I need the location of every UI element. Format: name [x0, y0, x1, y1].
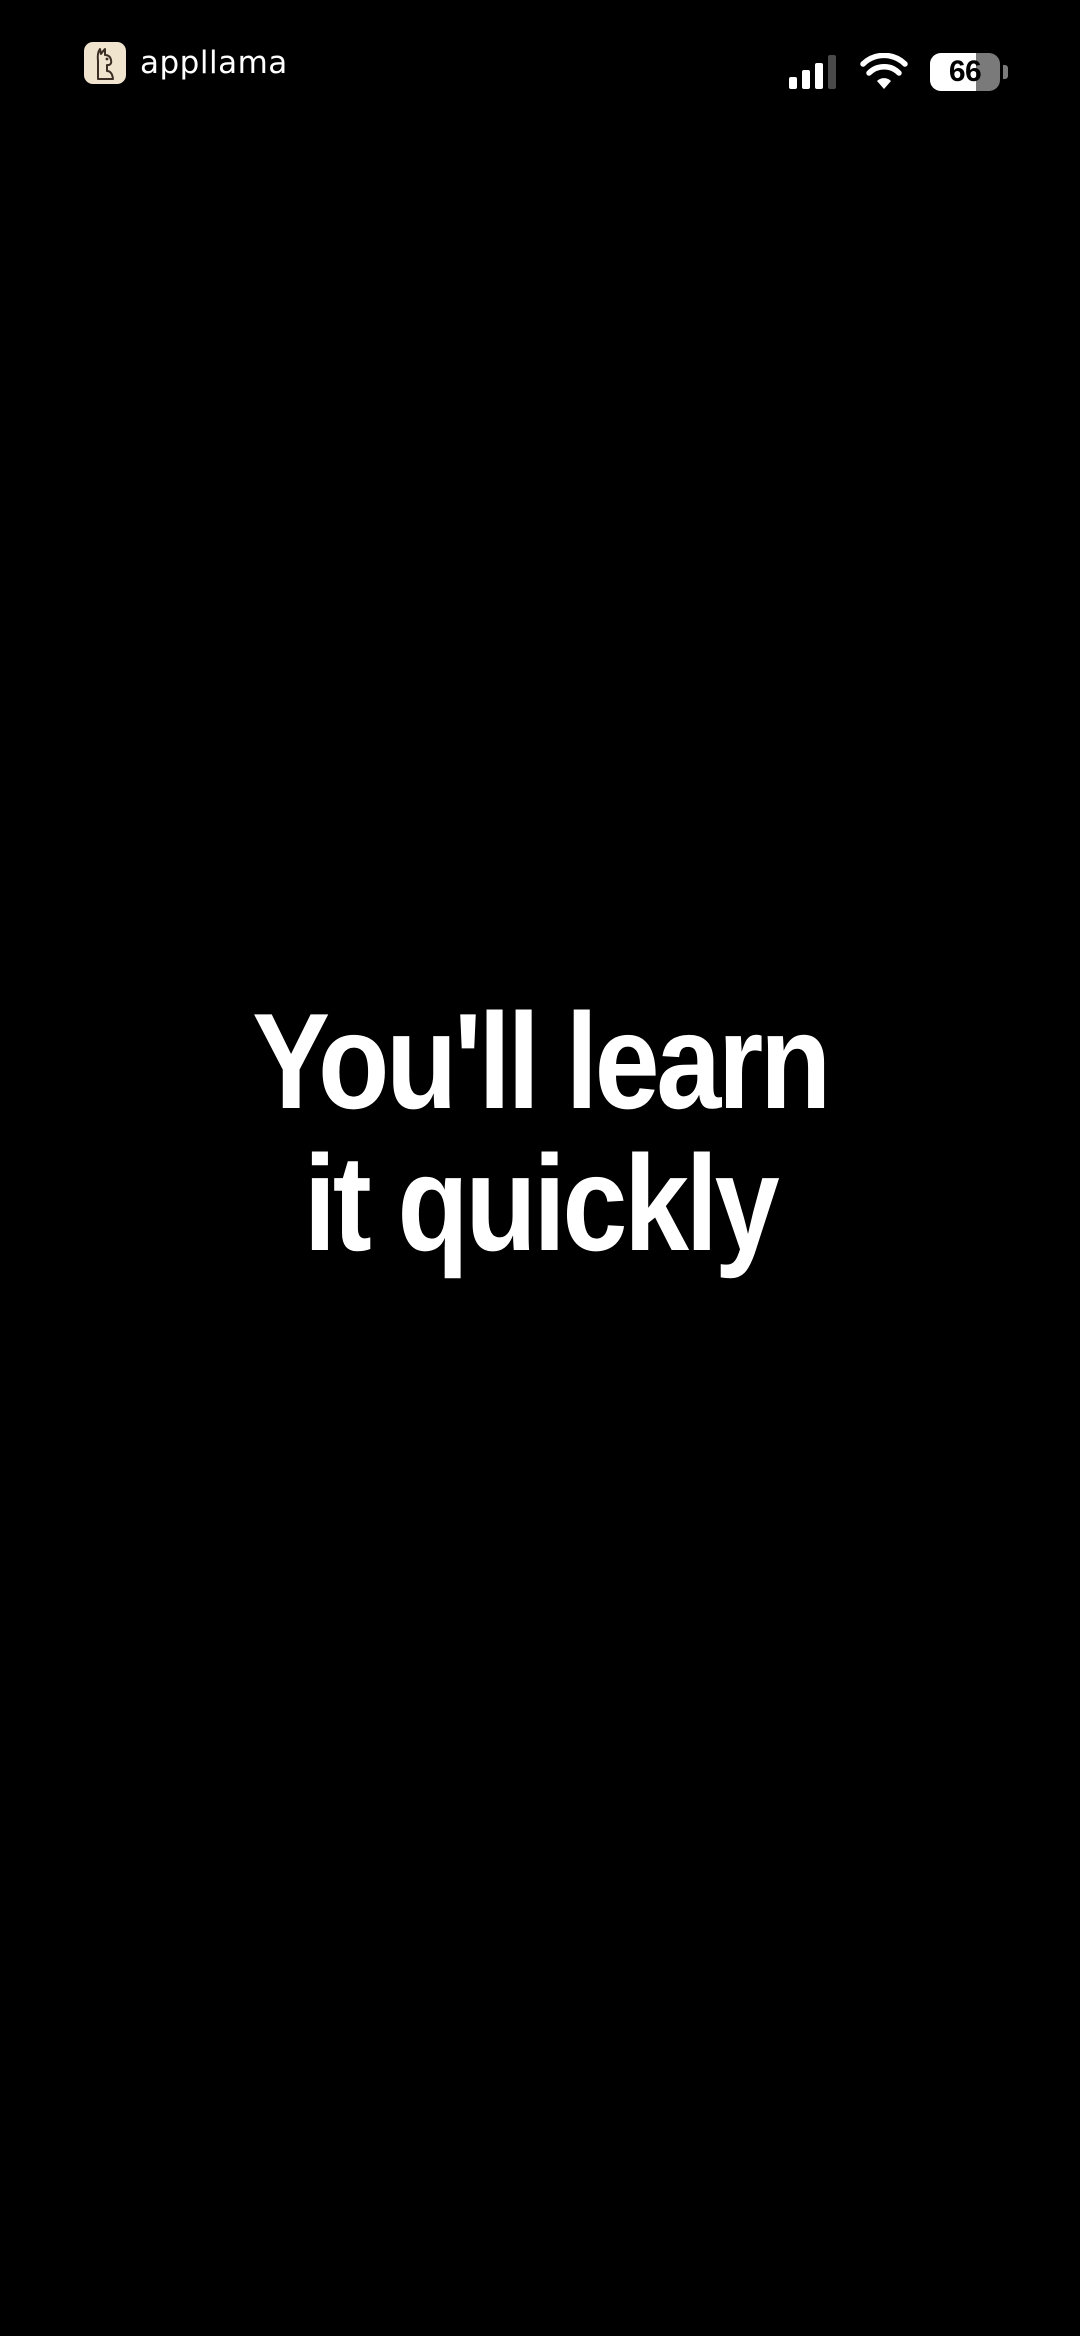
headline-line-2: it quickly: [303, 1127, 780, 1279]
wifi-icon: [860, 53, 908, 89]
battery-icon: 66: [930, 53, 1008, 91]
status-indicators: 66: [789, 50, 1008, 94]
brand: appllama: [84, 40, 288, 86]
battery-level: 66: [948, 55, 982, 88]
brand-name: appllama: [140, 44, 288, 81]
status-bar: appllama 66: [0, 0, 1080, 140]
cellular-signal-icon: [789, 55, 836, 89]
llama-icon: [84, 42, 126, 84]
headline: You'll learn it quickly: [76, 990, 1005, 1274]
headline-line-1: You'll learn: [252, 985, 831, 1137]
